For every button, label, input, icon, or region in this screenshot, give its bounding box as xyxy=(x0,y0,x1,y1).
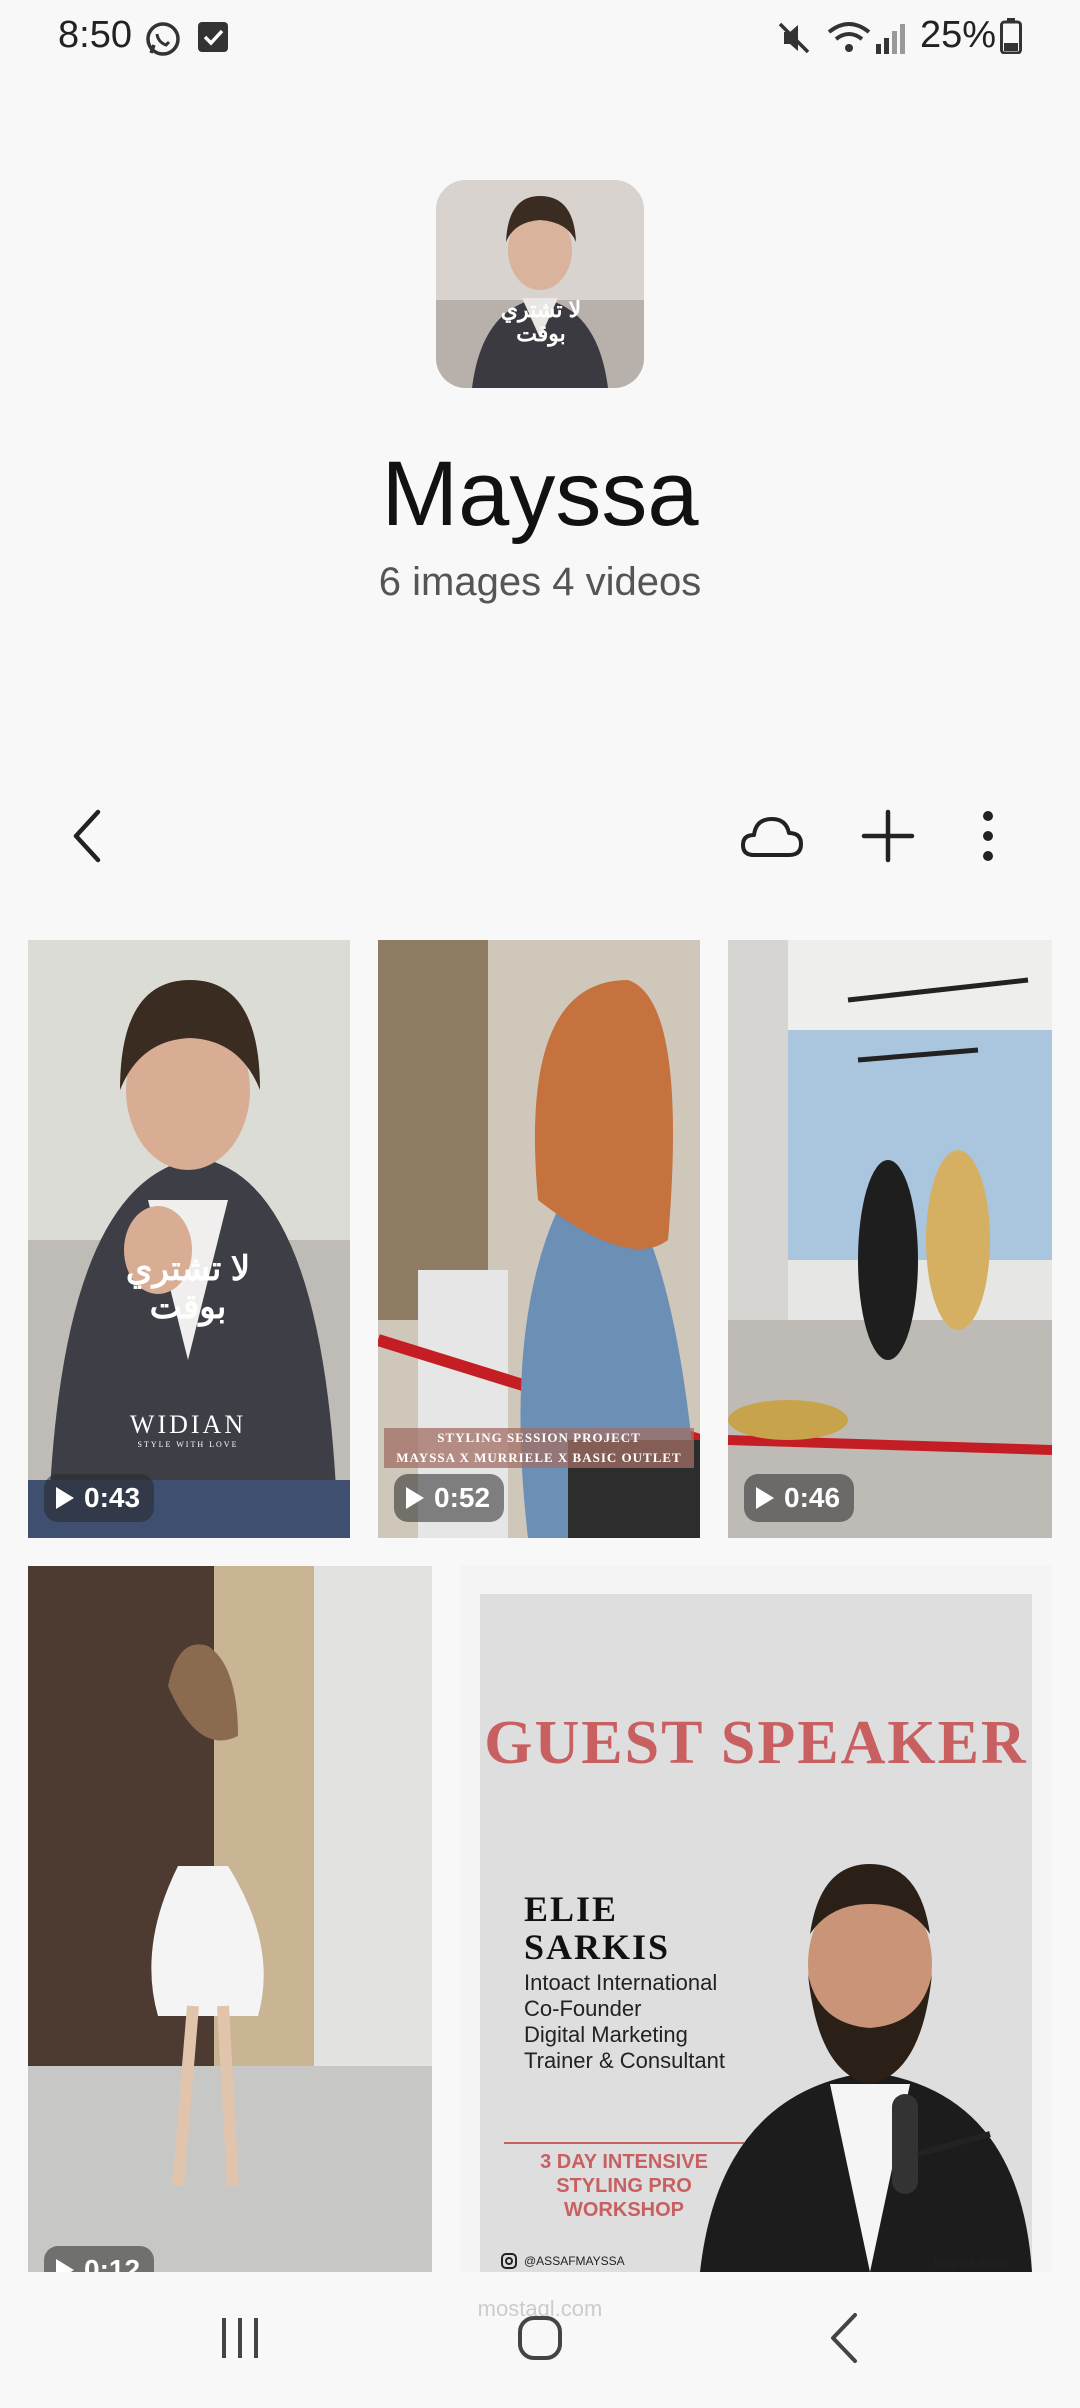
status-bar: 8:50 25% xyxy=(0,0,1080,74)
video-duration: 0:43 xyxy=(84,1482,141,1513)
album-item-count: 6 images 4 videos xyxy=(378,560,702,604)
duration-badge: 0:12 xyxy=(44,2246,155,2272)
speaker-last-name: SARKIS xyxy=(524,1927,671,1967)
poster-title: GUEST SPEAKER xyxy=(484,1709,1028,1777)
brand-name: WIDIAN xyxy=(129,1410,247,1439)
video-thumbnail-office-space xyxy=(728,940,1052,1538)
video-duration: 0:12 xyxy=(84,2254,141,2272)
thumb-caption-line2: بوقت xyxy=(516,321,566,346)
cloud-icon xyxy=(740,813,804,864)
speaker-name: ELIE SARKIS xyxy=(524,1890,724,1966)
poster-footer-name: Mayssa Assaf xyxy=(933,2256,1008,2270)
back-button[interactable] xyxy=(46,796,130,880)
video-tile[interactable]: لا تشتري بوقت WIDIAN STYLE WITH LOVE 0:4… xyxy=(28,940,350,1538)
duration-badge: 0:43 xyxy=(44,1474,155,1522)
video-duration: 0:52 xyxy=(434,1482,491,1513)
play-icon xyxy=(56,2259,74,2272)
recent-apps-button[interactable] xyxy=(192,2300,288,2380)
brand-logo: WIDIAN STYLE WITH LOVE xyxy=(88,1410,288,1449)
battery-percentage: 25% xyxy=(920,14,997,56)
duration-badge: 0:46 xyxy=(744,1474,855,1522)
wifi-icon xyxy=(826,20,872,61)
duration-badge: 0:52 xyxy=(394,1474,505,1522)
checkbox-icon xyxy=(196,20,230,59)
thumb-caption: لا تشتري بوقت xyxy=(476,298,606,346)
video-banner: STYLING SESSION PROJECT MAYSSA X MURRIEL… xyxy=(384,1428,694,1468)
more-options-icon xyxy=(978,808,998,869)
instagram-handle: @ASSAFMAYSSA xyxy=(500,2252,625,2270)
recent-apps-icon xyxy=(216,2316,264,2365)
image-tile[interactable]: GUEST SPEAKER ELIE SARKIS Intoact Intern… xyxy=(460,1566,1052,2272)
home-button[interactable] xyxy=(492,2300,588,2380)
status-time: 8:50 xyxy=(58,14,132,56)
back-nav-icon xyxy=(827,2311,861,2370)
brand-tagline: STYLE WITH LOVE xyxy=(137,1440,239,1449)
video-tile[interactable]: 0:46 xyxy=(728,940,1052,1538)
video-tile[interactable]: STYLING SESSION PROJECT MAYSSA X MURRIEL… xyxy=(378,940,700,1538)
whatsapp-icon xyxy=(144,20,182,63)
mute-icon xyxy=(776,20,812,61)
video-tile[interactable]: 0:12 xyxy=(28,1566,432,2272)
banner-line1: STYLING SESSION PROJECT xyxy=(437,1430,641,1445)
home-icon xyxy=(516,2314,564,2367)
speaker-first-name: ELIE xyxy=(524,1889,619,1929)
instagram-handle-text: @ASSAFMAYSSA xyxy=(524,2254,625,2268)
video-duration: 0:46 xyxy=(784,1482,841,1513)
thumb-caption-line1: لا تشتري xyxy=(500,297,582,322)
cloud-sync-button[interactable] xyxy=(730,796,814,880)
video-caption: لا تشتري بوقت xyxy=(88,1250,288,1326)
play-icon xyxy=(406,1487,424,1509)
instagram-icon xyxy=(501,2253,517,2269)
caption-line1: لا تشتري xyxy=(125,1250,251,1288)
speaker-photo xyxy=(700,1864,1032,2272)
add-button[interactable] xyxy=(846,796,930,880)
battery-icon xyxy=(1000,18,1022,59)
signal-icon xyxy=(874,20,908,61)
album-title: Mayssa xyxy=(381,443,699,545)
caption-line2: بوقت xyxy=(149,1288,227,1326)
poster: GUEST SPEAKER ELIE SARKIS Intoact Intern… xyxy=(480,1594,1032,2272)
banner-line2: MAYSSA X MURRIELE X BASIC OUTLET xyxy=(396,1450,682,1465)
more-options-button[interactable] xyxy=(946,796,1030,880)
back-nav-button[interactable] xyxy=(796,2300,892,2380)
back-icon xyxy=(68,806,108,871)
video-thumbnail-woman-white-dress xyxy=(28,1566,432,2272)
add-icon xyxy=(860,808,916,869)
play-icon xyxy=(756,1487,774,1509)
play-icon xyxy=(56,1487,74,1509)
album-cover-thumbnail[interactable]: لا تشتري بوقت xyxy=(436,180,644,388)
